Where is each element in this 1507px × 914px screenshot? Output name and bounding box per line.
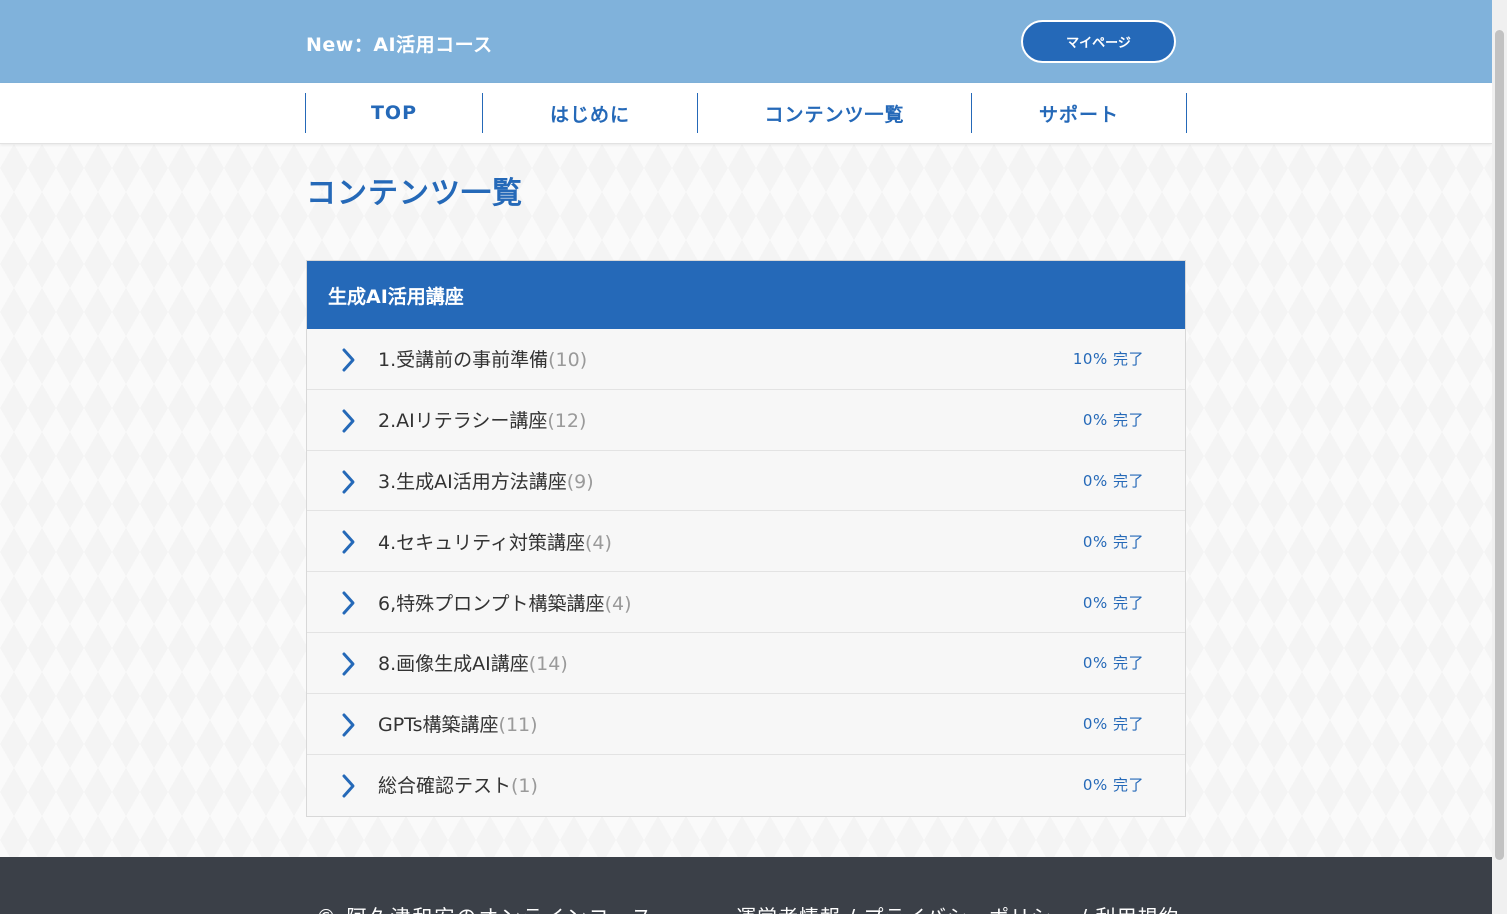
chapter-count: (11) [498,714,538,737]
chapter-row[interactable]: GPTs構築講座(11) 0% 完了 [307,694,1185,755]
chevron-right-icon [342,470,355,494]
site-title[interactable]: New：AI活用コース [306,30,493,57]
footer-links[interactable]: 運営者情報 / プライバシーポリシー / 利用規約 [736,901,1180,914]
chapter-count: (10) [548,349,588,372]
chapter-label[interactable]: 8.画像生成AI講座(14) [378,649,568,676]
course-section-panel: 生成AI活用講座 1.受講前の事前準備(10) 10% 完了 2.AIリテラシー講座… [306,260,1186,817]
nav-item-contents[interactable]: コンテンツ一覧 [697,93,971,133]
chapter-label[interactable]: 3.生成AI活用方法講座(9) [378,467,594,494]
chapter-row[interactable]: 1.受講前の事前準備(10) 10% 完了 [307,329,1185,390]
chevron-right-icon [342,652,355,676]
chapter-list: 1.受講前の事前準備(10) 10% 完了 2.AIリテラシー講座(12) 0% 完了… [307,329,1185,815]
page-title: コンテンツ一覧 [306,176,523,211]
page-scrollbar[interactable] [1492,0,1507,914]
chapter-label[interactable]: GPTs構築講座(11) [378,710,538,737]
main-nav: TOP はじめに コンテンツ一覧 サポート [0,83,1492,144]
chevron-right-icon [342,591,355,615]
chapter-row[interactable]: 8.画像生成AI講座(14) 0% 完了 [307,633,1185,694]
chapter-progress: 0% 完了 [1082,593,1144,612]
chevron-right-icon [342,713,355,737]
chevron-right-icon [342,348,355,372]
nav-divider [1186,93,1187,133]
chapter-label[interactable]: 1.受講前の事前準備(10) [378,345,587,372]
chapter-count: (1) [511,775,538,798]
chapter-label[interactable]: 4.セキュリティ対策講座(4) [378,528,612,555]
chapter-label[interactable]: 2.AIリテラシー講座(12) [378,406,586,433]
chevron-right-icon [342,409,355,433]
chapter-row[interactable]: 2.AIリテラシー講座(12) 0% 完了 [307,390,1185,451]
nav-item-intro[interactable]: はじめに [482,93,697,133]
scrollbar-thumb[interactable] [1495,30,1504,860]
nav-item-top[interactable]: TOP [305,93,482,133]
chapter-label[interactable]: 総合確認テスト(1) [378,771,538,798]
chapter-count: (9) [566,470,594,493]
chapter-progress: 0% 完了 [1082,715,1144,734]
chapter-row[interactable]: 4.セキュリティ対策講座(4) 0% 完了 [307,511,1185,573]
chevron-right-icon [342,774,355,798]
mypage-button[interactable]: マイページ [1021,20,1176,63]
chapter-row[interactable]: 総合確認テスト(1) 0% 完了 [307,755,1185,816]
section-title: 生成AI活用講座 [307,261,1185,329]
chapter-row[interactable]: 6,特殊プロンプト構築講座(4) 0% 完了 [307,572,1185,633]
site-footer: © 阿久津和宏のオンラインコース 運営者情報 / プライバシーポリシー / 利用… [0,857,1492,914]
nav-item-support[interactable]: サポート [971,93,1186,133]
top-header: New：AI活用コース マイページ [0,0,1492,83]
chapter-progress: 0% 完了 [1082,471,1144,490]
chapter-progress: 0% 完了 [1082,654,1144,673]
chapter-count: (12) [547,410,587,433]
chapter-progress: 0% 完了 [1082,411,1144,430]
chapter-progress: 10% 完了 [1072,350,1144,369]
chapter-count: (4) [604,592,632,615]
chevron-right-icon [342,530,355,554]
footer-copyright: © 阿久津和宏のオンラインコース [316,901,653,914]
chapter-progress: 0% 完了 [1082,776,1144,795]
chapter-progress: 0% 完了 [1082,532,1144,551]
chapter-row[interactable]: 3.生成AI活用方法講座(9) 0% 完了 [307,451,1185,512]
chapter-label[interactable]: 6,特殊プロンプト構築講座(4) [378,589,631,616]
chapter-count: (4) [585,531,612,554]
chapter-count: (14) [528,653,568,676]
